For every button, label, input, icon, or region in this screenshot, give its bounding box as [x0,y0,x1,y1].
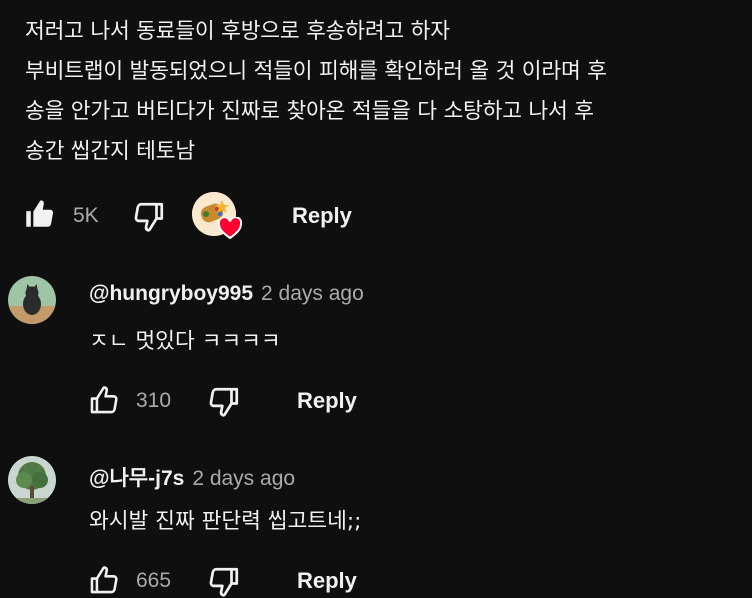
like-count: 5K [73,204,99,227]
timestamp[interactable]: 2 days ago [192,467,295,490]
reply-text: 와시발 진짜 판단력 씹고트네;; [89,509,362,534]
thumbs-down-icon[interactable] [206,564,242,598]
avatar[interactable] [8,276,56,324]
avatar-image [8,456,56,504]
avatar-image [8,276,56,324]
reply-item: @나무-j7s 2 days ago 와시발 진짜 판단력 씹고트네;; 665 … [0,452,752,598]
like-count: 665 [136,569,172,592]
thumbs-up-filled-icon[interactable] [22,197,56,231]
like-count: 310 [136,389,172,412]
reply-button[interactable]: Reply [297,388,357,414]
comment-line: 저러고 나서 동료들이 후방으로 후송하려고 하자 [25,19,450,44]
reply-item: @hungryboy995 2 days ago ㅈㄴ 멋있다 ㅋㅋㅋㅋ 310 … [0,272,752,432]
reply-button[interactable]: Reply [297,568,357,594]
thumbs-up-icon[interactable] [87,383,121,417]
reply-header: @나무-j7s 2 days ago [89,462,295,492]
reply-text: ㅈㄴ 멋있다 ㅋㅋㅋㅋ [89,329,281,354]
thumbs-down-icon[interactable] [131,199,167,235]
comment-line: 송을 안가고 버티다가 진짜로 찾아온 적들을 다 소탕하고 나서 후 [25,99,594,124]
comment-text: 저러고 나서 동료들이 후방으로 후송하려고 하자 부비트랩이 발동되었으니 적… [25,12,745,172]
channel-handle[interactable]: @hungryboy995 [89,282,253,305]
channel-handle[interactable]: @나무-j7s [89,467,184,490]
creator-heart-icon [218,217,242,239]
avatar[interactable] [8,456,56,504]
reply-header: @hungryboy995 2 days ago [89,282,364,306]
comment-line: 부비트랩이 발동되었으니 적들이 피해를 확인하러 올 것 이라며 후 [25,59,607,84]
creator-heart-badge [192,192,244,244]
thumbs-down-icon[interactable] [206,384,242,420]
reply-button[interactable]: Reply [292,203,352,229]
thumbs-up-icon[interactable] [87,563,121,597]
comment-line: 송간 씹간지 테토남 [25,139,195,164]
timestamp[interactable]: 2 days ago [261,282,364,305]
